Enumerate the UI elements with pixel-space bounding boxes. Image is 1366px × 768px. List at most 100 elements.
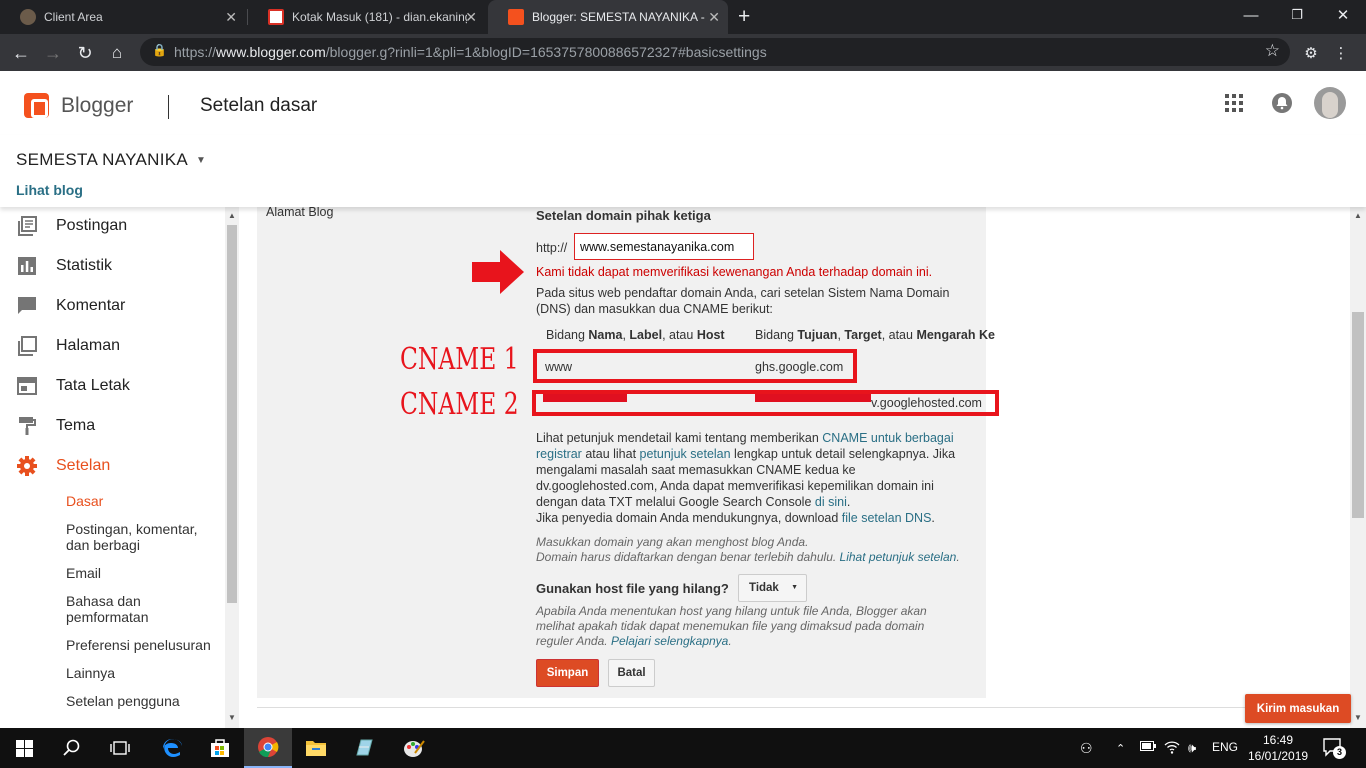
missing-host-select[interactable]: Tidak ▼ bbox=[738, 574, 807, 602]
settings-panel: Alamat Blog Setelan domain pihak ketiga … bbox=[257, 207, 995, 698]
setup-guide-link[interactable]: Lihat petunjuk setelan bbox=[840, 550, 957, 564]
scroll-up-icon[interactable]: ▲ bbox=[228, 211, 236, 220]
dropdown-caret-icon: ▼ bbox=[196, 155, 207, 167]
sidebar-item-halaman[interactable]: Halaman bbox=[16, 334, 120, 358]
tab-gmail[interactable]: Kotak Masuk (181) - dian.ekaning ✕ bbox=[248, 0, 485, 34]
blogger-logo-icon[interactable] bbox=[24, 93, 49, 118]
maximize-icon[interactable]: ❐ bbox=[1274, 0, 1320, 30]
tab-client-area[interactable]: Client Area ✕ bbox=[0, 0, 245, 34]
address-bar[interactable]: 🔒 https://www.blogger.com/blogger.g?rinl… bbox=[140, 38, 1290, 66]
blog-selector[interactable]: SEMESTA NAYANIKA ▼ bbox=[16, 150, 206, 170]
tray-chevron-icon[interactable]: ⌃ bbox=[1116, 742, 1125, 755]
setup-instructions-link[interactable]: petunjuk setelan bbox=[640, 447, 731, 461]
people-icon[interactable]: ⚇ bbox=[1080, 740, 1093, 757]
new-tab-button[interactable]: + bbox=[738, 5, 750, 29]
close-tab-icon[interactable]: ✕ bbox=[465, 9, 477, 26]
brand-name[interactable]: Blogger bbox=[61, 94, 133, 118]
subnav-setelan-pengguna[interactable]: Setelan pengguna bbox=[66, 693, 180, 709]
sidebar-item-tema[interactable]: Tema bbox=[16, 414, 95, 438]
windows-taskbar: ⚇ ⌃ 🕪 ENG 16:49 16/01/2019 3 bbox=[0, 728, 1366, 768]
tab-blogger[interactable]: Blogger: SEMESTA NAYANIKA - S ✕ bbox=[488, 0, 728, 34]
volume-icon[interactable]: 🕪 bbox=[1188, 740, 1196, 756]
dns-file-link[interactable]: file setelan DNS bbox=[842, 511, 932, 525]
blogger-favicon-icon bbox=[508, 9, 524, 25]
theme-icon bbox=[16, 415, 38, 437]
minimize-icon[interactable]: — bbox=[1228, 0, 1274, 30]
view-blog-link[interactable]: Lihat blog bbox=[16, 182, 83, 198]
sidebar-item-tata-letak[interactable]: Tata Letak bbox=[16, 374, 130, 398]
sidebar-item-setelan[interactable]: Setelan bbox=[16, 454, 110, 478]
sidebar-scrollbar-thumb[interactable] bbox=[227, 225, 237, 603]
annotation-cname2: CNAME 2 bbox=[400, 387, 519, 422]
sidebar-item-statistik[interactable]: Statistik bbox=[16, 254, 112, 278]
sidebar-item-label: Postingan bbox=[56, 217, 128, 234]
input-language[interactable]: ENG bbox=[1212, 740, 1238, 754]
close-tab-icon[interactable]: ✕ bbox=[225, 9, 237, 26]
scroll-down-icon[interactable]: ▼ bbox=[1354, 713, 1362, 722]
subnav-preferensi-penelusuran[interactable]: Preferensi penelusuran bbox=[66, 637, 211, 653]
browser-tab-strip: Client Area ✕ Kotak Masuk (181) - dian.e… bbox=[0, 0, 1366, 34]
subnav-lainnya[interactable]: Lainnya bbox=[66, 665, 115, 681]
menu-kebab-icon[interactable]: ⋮ bbox=[1328, 40, 1354, 66]
sidebar-item-postingan[interactable]: Postingan bbox=[16, 214, 127, 238]
battery-icon[interactable] bbox=[1140, 740, 1156, 755]
home-icon[interactable]: ⌂ bbox=[104, 40, 130, 66]
back-icon[interactable]: ← bbox=[8, 40, 34, 66]
save-button[interactable]: Simpan bbox=[536, 659, 599, 687]
sidebar-item-label: Komentar bbox=[56, 297, 126, 314]
sidebar: Postingan Statistik Komentar Halaman Tat… bbox=[0, 207, 225, 728]
apps-grid-icon[interactable] bbox=[1224, 93, 1244, 113]
gmail-favicon-icon bbox=[268, 9, 284, 25]
subnav-email[interactable]: Email bbox=[66, 565, 101, 581]
layout-icon bbox=[16, 375, 38, 397]
bookmark-star-icon[interactable]: ☆ bbox=[1265, 41, 1280, 61]
tab-title: Kotak Masuk (181) - dian.ekaning bbox=[292, 10, 467, 24]
annotation-box-cname1 bbox=[533, 349, 857, 383]
file-explorer-icon[interactable] bbox=[292, 728, 340, 768]
tab-title: Client Area bbox=[44, 10, 103, 24]
sidebar-scrollbar[interactable]: ▲ ▼ bbox=[225, 207, 239, 728]
search-icon[interactable] bbox=[48, 728, 96, 768]
avatar[interactable] bbox=[1314, 87, 1346, 119]
page-scrollbar[interactable]: ▲ ▼ bbox=[1350, 207, 1366, 728]
extension-icon[interactable]: ⚙ bbox=[1298, 40, 1324, 66]
action-center-icon[interactable]: 3 bbox=[1322, 737, 1346, 759]
dns-intro: Pada situs web pendaftar domain Anda, ca… bbox=[536, 286, 950, 316]
reload-icon[interactable]: ↻ bbox=[72, 40, 98, 66]
subnav-postingan-komentar[interactable]: Postingan, komentar, dan berbagi bbox=[66, 521, 216, 553]
scroll-down-icon[interactable]: ▼ bbox=[228, 713, 236, 722]
notepad-icon[interactable] bbox=[340, 728, 388, 768]
annotation-cname1: CNAME 1 bbox=[400, 342, 519, 377]
learn-more-link[interactable]: Pelajari selengkapnya bbox=[611, 634, 728, 648]
wifi-icon[interactable] bbox=[1164, 740, 1180, 757]
windows-start-icon[interactable] bbox=[0, 728, 48, 768]
page-scrollbar-thumb[interactable] bbox=[1352, 312, 1364, 518]
scroll-up-icon[interactable]: ▲ bbox=[1354, 211, 1362, 220]
sidebar-item-label: Halaman bbox=[56, 337, 121, 354]
main-content: Alamat Blog Setelan domain pihak ketiga … bbox=[239, 207, 1350, 728]
cancel-button[interactable]: Batal bbox=[608, 659, 655, 687]
blog-selector-row: SEMESTA NAYANIKA ▼ Lihat blog bbox=[0, 135, 1366, 207]
subnav-dasar[interactable]: Dasar bbox=[66, 493, 103, 509]
stats-icon bbox=[16, 255, 38, 277]
section-title: Setelan domain pihak ketiga bbox=[536, 208, 711, 223]
notifications-bell-icon[interactable] bbox=[1272, 93, 1292, 113]
domain-input[interactable]: www.semestanayanika.com bbox=[574, 233, 754, 260]
paint-icon[interactable] bbox=[390, 728, 438, 768]
tab-title: Blogger: SEMESTA NAYANIKA - S bbox=[532, 10, 707, 24]
missing-host-label: Gunakan host file yang hilang? bbox=[536, 581, 729, 596]
store-icon[interactable] bbox=[196, 728, 244, 768]
edge-browser-icon[interactable] bbox=[148, 728, 196, 768]
forward-icon[interactable]: → bbox=[40, 40, 66, 66]
feedback-button[interactable]: Kirim masukan bbox=[1245, 694, 1351, 723]
sidebar-item-komentar[interactable]: Komentar bbox=[16, 294, 125, 318]
task-view-icon[interactable] bbox=[96, 728, 144, 768]
chrome-icon[interactable] bbox=[244, 728, 292, 768]
search-console-link[interactable]: di sini bbox=[815, 495, 847, 509]
subnav-bahasa[interactable]: Bahasa dan pemformatan bbox=[66, 593, 186, 625]
clock[interactable]: 16:49 16/01/2019 bbox=[1248, 732, 1308, 764]
browser-toolbar: ← → ↻ ⌂ 🔒 https://www.blogger.com/blogge… bbox=[0, 34, 1366, 71]
close-tab-icon[interactable]: ✕ bbox=[708, 9, 720, 26]
close-window-icon[interactable]: ✕ bbox=[1320, 0, 1366, 30]
dropdown-caret-icon: ▼ bbox=[791, 584, 798, 591]
